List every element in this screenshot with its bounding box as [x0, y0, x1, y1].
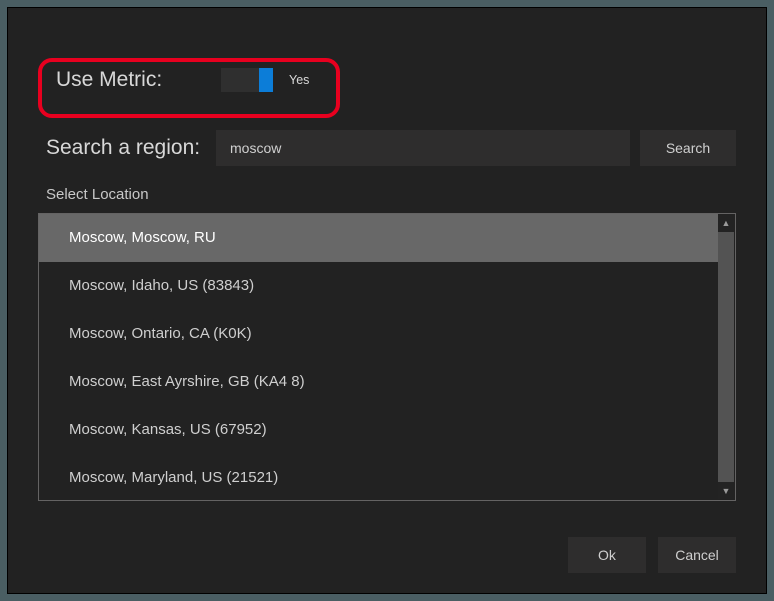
list-item[interactable]: Moscow, East Ayrshire, GB (KA4 8): [39, 358, 718, 406]
toggle-thumb: [259, 68, 273, 92]
location-list: Moscow, Moscow, RUMoscow, Idaho, US (838…: [38, 213, 736, 501]
use-metric-row: Use Metric: Yes: [38, 58, 736, 102]
search-row: Search a region: Search: [38, 130, 736, 166]
location-list-inner[interactable]: Moscow, Moscow, RUMoscow, Idaho, US (838…: [39, 214, 718, 500]
use-metric-toggle[interactable]: [221, 68, 273, 92]
cancel-button[interactable]: Cancel: [658, 537, 736, 573]
list-item[interactable]: Moscow, Kansas, US (67952): [39, 406, 718, 454]
scroll-down-icon[interactable]: ▼: [718, 483, 734, 499]
list-item[interactable]: Moscow, Moscow, RU: [39, 214, 718, 262]
dialog-footer: Ok Cancel: [568, 537, 736, 573]
ok-button[interactable]: Ok: [568, 537, 646, 573]
search-region-label: Search a region:: [38, 136, 206, 160]
list-item[interactable]: Moscow, Ontario, CA (K0K): [39, 310, 718, 358]
select-location-label: Select Location: [46, 186, 736, 203]
settings-dialog: Use Metric: Yes Search a region: Search …: [7, 7, 767, 594]
search-input[interactable]: [216, 130, 630, 166]
scroll-thumb[interactable]: [718, 232, 734, 482]
use-metric-label: Use Metric:: [56, 68, 221, 92]
search-button[interactable]: Search: [640, 130, 736, 166]
list-item[interactable]: Moscow, Maryland, US (21521): [39, 454, 718, 501]
list-item[interactable]: Moscow, Idaho, US (83843): [39, 262, 718, 310]
use-metric-state: Yes: [289, 73, 309, 87]
scroll-up-icon[interactable]: ▲: [718, 215, 734, 231]
scrollbar[interactable]: ▲ ▼: [718, 215, 734, 499]
